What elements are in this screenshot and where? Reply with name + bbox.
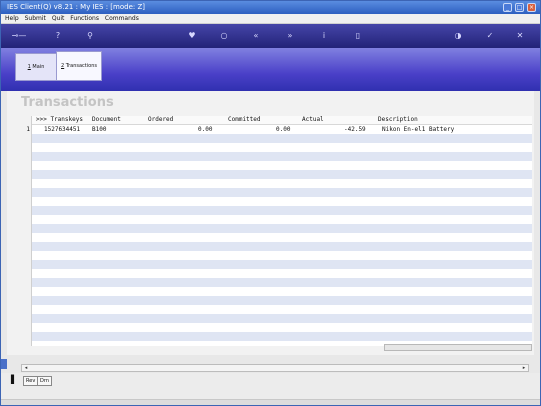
menu-quit[interactable]: Quit — [52, 14, 65, 23]
horizontal-scrollbar[interactable]: ◂ ▸ — [21, 364, 529, 372]
rev-button[interactable]: Rev — [23, 376, 39, 386]
maximize-button[interactable]: □ — [515, 3, 524, 12]
window-title: IES Client(Q) v8.21 : My IES : [mode: Z] — [7, 3, 145, 11]
empty-row[interactable] — [32, 134, 532, 143]
menu-functions[interactable]: Functions — [70, 14, 99, 23]
tab-main-key: 1 — [27, 64, 31, 70]
empty-row[interactable] — [32, 197, 532, 206]
cell-committed[interactable]: 0.00 — [276, 125, 290, 134]
document-icon[interactable]: ▯ — [353, 31, 363, 41]
col-document[interactable]: Document — [92, 116, 121, 124]
close-window-button[interactable]: × — [527, 3, 536, 12]
row-number: 1 — [26, 126, 30, 133]
empty-row[interactable] — [32, 305, 532, 314]
close-icon[interactable]: ✕ — [515, 31, 525, 41]
empty-row[interactable] — [32, 332, 532, 341]
tab-transactions-label: Transactions — [65, 63, 97, 69]
title-bar: IES Client(Q) v8.21 : My IES : [mode: Z]… — [1, 1, 540, 14]
tab-header: 1 Main 2 Transactions — [1, 48, 540, 91]
empty-row[interactable] — [32, 143, 532, 152]
scroll-right-icon[interactable]: ▸ — [520, 365, 528, 371]
main-content: Transactions >>> Transkeys Document Orde… — [7, 91, 534, 355]
lock-icon[interactable]: ◑ — [453, 31, 463, 41]
check-icon[interactable]: ✓ — [485, 31, 495, 41]
status-bar — [1, 399, 540, 405]
cell-actual[interactable]: -42.59 — [344, 125, 366, 134]
col-description[interactable]: Description — [378, 116, 418, 124]
empty-row[interactable] — [32, 161, 532, 170]
col-actual[interactable]: Actual — [302, 116, 324, 124]
rewind-icon[interactable]: « — [251, 31, 261, 41]
empty-row[interactable] — [32, 242, 532, 251]
heart-icon[interactable]: ♥ — [187, 31, 197, 41]
info-icon[interactable]: i — [319, 31, 329, 41]
column-scroll-thumb[interactable] — [384, 344, 532, 351]
tab-main[interactable]: 1 Main — [15, 53, 57, 81]
empty-row[interactable] — [32, 296, 532, 305]
empty-row[interactable] — [32, 314, 532, 323]
drn-button[interactable]: Drn — [37, 376, 52, 386]
indicator-icon: ▌ — [11, 375, 18, 384]
col-ordered[interactable]: Ordered — [148, 116, 173, 124]
empty-row[interactable] — [32, 269, 532, 278]
app-window: IES Client(Q) v8.21 : My IES : [mode: Z]… — [0, 0, 541, 406]
table-row[interactable]: 1 1527634451 B100 0.00 0.00 -42.59 Nikon… — [26, 125, 532, 134]
menu-bar: Help Submit Quit Functions Commands — [1, 14, 540, 24]
toolbar: ⊸— ? ⚲ ♥ ○ « » i ▯ ◑ ✓ ✕ — [1, 24, 540, 48]
minimize-button[interactable]: _ — [503, 3, 512, 12]
scroll-left-icon[interactable]: ◂ — [22, 365, 30, 371]
page-title: Transactions — [21, 95, 114, 110]
help-icon[interactable]: ? — [53, 31, 63, 41]
tab-transactions[interactable]: 2 Transactions — [56, 51, 102, 81]
bottom-bar: ▌ Rev Drn — [1, 373, 540, 405]
tab-main-label: Main — [32, 64, 45, 70]
empty-row[interactable] — [32, 152, 532, 161]
menu-help[interactable]: Help — [5, 14, 19, 23]
transactions-grid[interactable]: >>> Transkeys Document Ordered Committed… — [26, 116, 532, 351]
empty-row[interactable] — [32, 179, 532, 188]
empty-row[interactable] — [32, 251, 532, 260]
cell-ordered[interactable]: 0.00 — [198, 125, 212, 134]
empty-row[interactable] — [32, 323, 532, 332]
empty-row[interactable] — [32, 287, 532, 296]
empty-row[interactable] — [32, 224, 532, 233]
cell-document[interactable]: B100 — [92, 125, 106, 134]
search-icon[interactable]: ⚲ — [85, 31, 95, 41]
cell-description[interactable]: Nikon En-el1 Battery — [382, 125, 454, 134]
empty-row[interactable] — [32, 206, 532, 215]
empty-row[interactable] — [32, 233, 532, 242]
col-committed[interactable]: Committed — [228, 116, 261, 124]
side-indicator — [1, 359, 7, 369]
fast-forward-icon[interactable]: » — [285, 31, 295, 41]
cell-transkeys[interactable]: 1527634451 — [44, 125, 80, 134]
grid-header: >>> Transkeys Document Ordered Committed… — [32, 116, 532, 125]
menu-commands[interactable]: Commands — [105, 14, 139, 23]
empty-row[interactable] — [32, 215, 532, 224]
col-transkeys[interactable]: >>> Transkeys — [36, 116, 83, 124]
menu-submit[interactable]: Submit — [25, 14, 46, 23]
key-icon[interactable]: ⊸— — [9, 31, 29, 41]
empty-row[interactable] — [32, 260, 532, 269]
tab-transactions-key: 2 — [61, 63, 65, 69]
empty-row[interactable] — [32, 170, 532, 179]
clock-icon[interactable]: ○ — [219, 31, 229, 41]
empty-row[interactable] — [32, 188, 532, 197]
empty-row[interactable] — [32, 278, 532, 287]
